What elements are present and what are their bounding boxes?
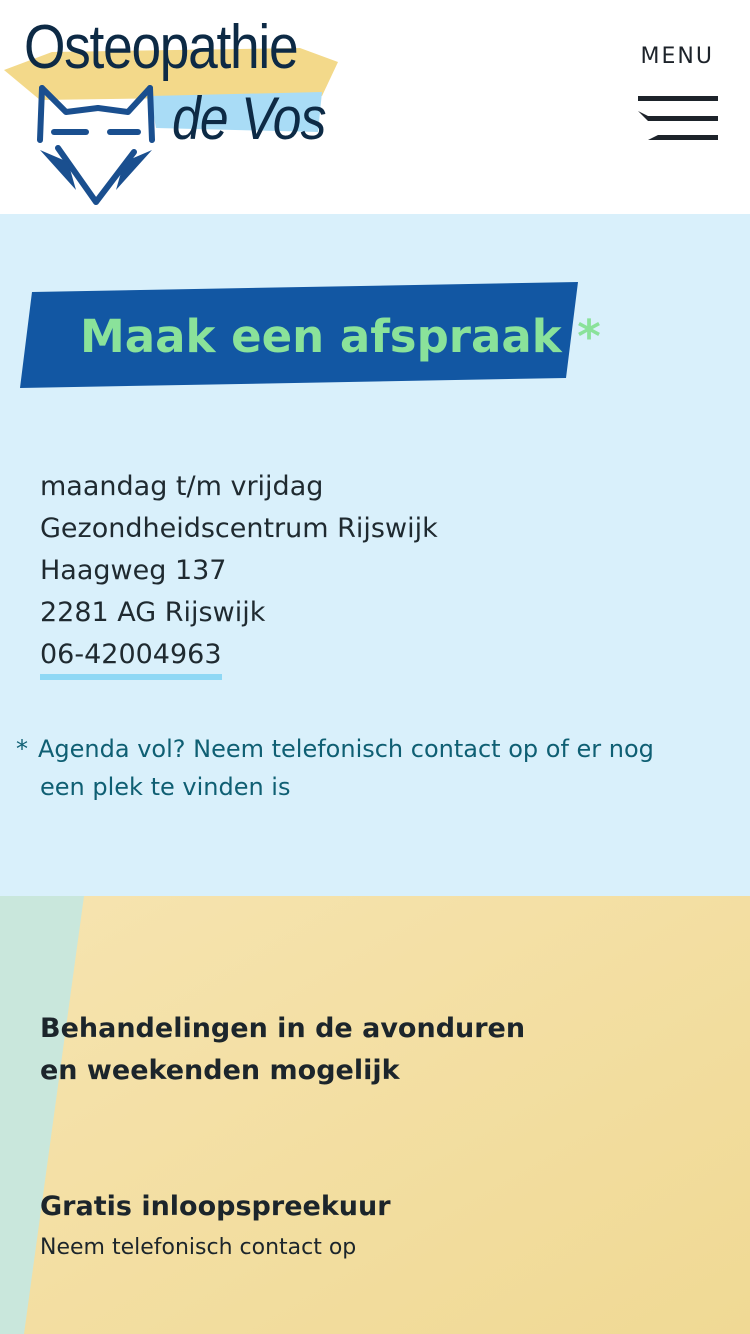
phone-link[interactable]: 06-42004963 [40, 636, 222, 680]
note-asterisk: * [16, 735, 28, 763]
info-section: Behandelingen in de avonduren en weekend… [0, 896, 750, 1334]
info-background [0, 896, 750, 1334]
address-block: maandag t/m vrijdag Gezondheidscentrum R… [40, 466, 438, 680]
appointment-section: Maak een afspraak * maandag t/m vrijdag … [0, 214, 750, 896]
note-line-2: een plek te vinden is [40, 773, 291, 801]
location-name: Gezondheidscentrum Rijswijk [40, 513, 438, 544]
hamburger-menu-icon [638, 96, 718, 140]
walk-in-subtitle: Neem telefonisch contact op [40, 1235, 357, 1260]
walk-in-title: Gratis inloopspreekuur [40, 1191, 391, 1222]
menu-button[interactable]: MENU [626, 40, 726, 150]
site-logo[interactable]: Osteopathie de Vos [0, 0, 360, 214]
opening-days: maandag t/m vrijdag [40, 471, 324, 502]
street-address: Haagweg 137 [40, 555, 227, 586]
logo-text-de-vos: de Vos [172, 85, 326, 152]
evening-treatments-title: Behandelingen in de avonduren en weekend… [40, 1013, 526, 1086]
postal-city: 2281 AG Rijswijk [40, 597, 266, 628]
agenda-note: * Agenda vol? Neem telefonisch contact op… [16, 730, 706, 806]
menu-label: MENU [640, 44, 714, 69]
note-line-1: Agenda vol? Neem telefonisch contact op … [38, 735, 654, 763]
logo-text-osteopathie: Osteopathie [24, 13, 299, 82]
site-header: Osteopathie de Vos MENU [0, 0, 750, 214]
appointment-title[interactable]: Maak een afspraak * [80, 310, 601, 363]
